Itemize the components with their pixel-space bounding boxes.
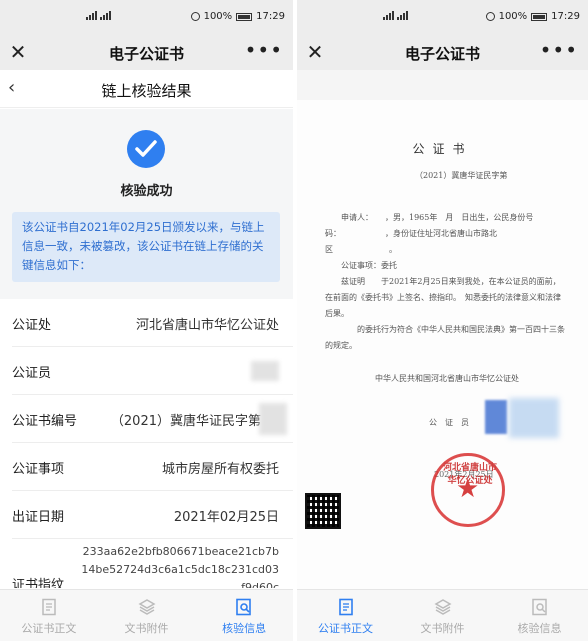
tab-attachments[interactable]: 文书附件 xyxy=(394,590,491,641)
document-icon xyxy=(42,598,56,616)
signal-icon xyxy=(397,11,408,20)
detail-row-office: 公证处 河北省唐山市华忆公证处 xyxy=(12,299,293,347)
row-value: （2021）冀唐华证民字第 xyxy=(110,414,261,429)
alarm-icon xyxy=(485,12,495,21)
check-icon xyxy=(127,130,165,168)
document-office: 中华人民共和国河北省唐山市华忆公证处 xyxy=(375,374,519,383)
tab-verify-info[interactable]: 核验信息 xyxy=(195,590,293,641)
verify-icon xyxy=(531,598,547,616)
row-label: 公证处 xyxy=(12,318,52,333)
layers-icon xyxy=(433,599,452,615)
document-paragraph: 的委托行为符合《中华人民共和国民法典》第一百四十三条的规定。 xyxy=(325,325,565,350)
tab-label: 文书附件 xyxy=(420,622,465,635)
row-label: 出证日期 xyxy=(12,510,65,525)
battery-icon xyxy=(236,12,253,21)
row-value: 233aa62e2bfb806671beace21cb7b14be52724d3… xyxy=(81,545,279,588)
row-label: 公证事项 xyxy=(12,462,65,477)
row-value: 城市房屋所有权委托 xyxy=(161,462,279,477)
official-seal: 河北省唐山市华忆公证处 ★ xyxy=(431,453,505,527)
row-label: 公证员 xyxy=(12,366,52,381)
tab-document[interactable]: 公证书正文 xyxy=(0,590,98,641)
star-icon: ★ xyxy=(456,474,480,504)
tab-label: 公证书正文 xyxy=(21,622,77,635)
status-right: 100% 17:29 xyxy=(190,11,285,22)
detail-row-fingerprint: 证书指纹 233aa62e2bfb806671beace21cb7b14be52… xyxy=(12,539,293,588)
detail-row-matter: 公证事项 城市房屋所有权委托 xyxy=(12,443,293,491)
sub-header: ‹ 链上核验结果 xyxy=(0,70,293,108)
row-value: 2021年02月25日 xyxy=(173,510,279,525)
signal-indicators xyxy=(383,11,408,20)
status-bar: 100% 17:29 xyxy=(297,0,588,34)
row-label: 证书指纹 xyxy=(12,578,65,588)
nav-bar: ✕ 电子公证书 ••• xyxy=(297,34,588,70)
document-paragraph: 申请人： ，男，1965年 月 日出生，公民身份号码： ，身份证住址河北省唐山市… xyxy=(325,213,534,254)
detail-row-notary: 公证员 xyxy=(12,347,293,395)
verification-screen: 100% 17:29 ✕ 电子公证书 ••• ‹ 链上核验结果 核验成功 该公证… xyxy=(0,0,293,641)
layers-icon xyxy=(137,599,156,615)
document-paragraph: 公证事项：委托 xyxy=(341,261,397,270)
page-title: 链上核验结果 xyxy=(101,82,192,100)
status-right: 100% 17:29 xyxy=(485,11,580,22)
verify-status: 核验成功 xyxy=(120,184,173,199)
document-icon xyxy=(338,598,353,616)
document-paragraph: 兹证明 于2021年2月25日来到我处，在本公证员的面前，在前面的《委托书》上签… xyxy=(325,277,561,318)
more-icon[interactable]: ••• xyxy=(540,38,578,62)
redacted-patch xyxy=(259,403,287,435)
signature-mark xyxy=(485,400,507,434)
document-title: 公证书 xyxy=(412,142,473,156)
document-body: 申请人： ，男，1965年 月 日出生，公民身份号码： ，身份证住址河北省唐山市… xyxy=(325,210,565,354)
status-bar: 100% 17:29 xyxy=(0,0,293,34)
verify-summary: 核验成功 该公证书自2021年02月25日颁发以来，与链上信息一致，未被篡改，该… xyxy=(0,109,293,299)
tab-label: 核验信息 xyxy=(222,622,267,635)
tab-label: 公证书正文 xyxy=(318,622,373,635)
tab-attachments[interactable]: 文书附件 xyxy=(98,590,196,641)
verification-content: 核验成功 该公证书自2021年02月25日颁发以来，与链上信息一致，未被篡改，该… xyxy=(0,109,293,588)
signal-icon xyxy=(383,11,394,20)
nav-bar: ✕ 电子公证书 ••• xyxy=(0,34,293,70)
signal-indicators xyxy=(86,11,111,20)
redacted-patch xyxy=(251,361,279,381)
tab-label: 文书附件 xyxy=(124,622,169,635)
tab-document[interactable]: 公证书正文 xyxy=(297,590,394,641)
battery-percent: 100% xyxy=(203,11,233,22)
document-number: （2021）冀唐华证民字第 xyxy=(415,171,508,180)
document-viewer[interactable]: 公证书 （2021）冀唐华证民字第 申请人： ，男，1965年 月 日出生，公民… xyxy=(297,70,588,589)
bottom-tabbar: 公证书正文 文书附件 核验信息 xyxy=(0,589,293,641)
document-screen: 100% 17:29 ✕ 电子公证书 ••• 公证书 （2021）冀唐华证民字第… xyxy=(297,0,588,641)
qr-code xyxy=(305,493,341,529)
battery-icon xyxy=(531,12,548,21)
detail-row-date: 出证日期 2021年02月25日 xyxy=(12,491,293,539)
row-value: 河北省唐山市华忆公证处 xyxy=(135,318,279,333)
detail-row-number: 公证书编号 （2021）冀唐华证民字第 xyxy=(12,395,293,443)
tab-label: 核验信息 xyxy=(517,622,562,635)
info-notice: 该公证书自2021年02月25日颁发以来，与链上信息一致，未被篡改，该公证书在链… xyxy=(12,212,280,282)
document-notary: 公 证 员 xyxy=(429,418,469,427)
status-time: 17:29 xyxy=(256,11,285,22)
alarm-icon xyxy=(190,12,200,21)
document-page: 公证书 （2021）冀唐华证民字第 申请人： ，男，1965年 月 日出生，公民… xyxy=(297,100,588,589)
signal-icon xyxy=(86,11,97,20)
tab-verify-info[interactable]: 核验信息 xyxy=(491,590,588,641)
row-label: 公证书编号 xyxy=(12,414,78,429)
battery-percent: 100% xyxy=(498,11,528,22)
status-time: 17:29 xyxy=(551,11,580,22)
redacted-patch xyxy=(509,398,559,438)
more-icon[interactable]: ••• xyxy=(245,38,283,62)
signal-icon xyxy=(100,11,111,20)
verify-icon xyxy=(236,598,251,616)
bottom-tabbar: 公证书正文 文书附件 核验信息 xyxy=(297,589,588,641)
